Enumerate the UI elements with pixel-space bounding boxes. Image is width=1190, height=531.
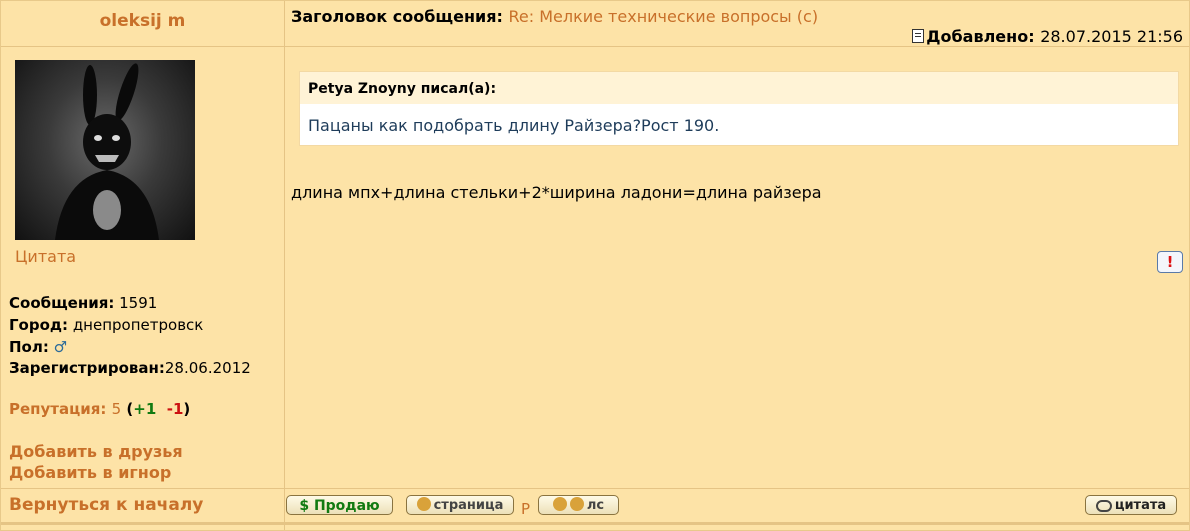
avatar [15, 60, 195, 240]
quote-button[interactable]: цитата [1085, 495, 1177, 515]
posts-label: Сообщения: [9, 294, 115, 312]
column-divider [284, 1, 285, 530]
subject-label: Заголовок сообщения: [291, 7, 503, 26]
quote-button-label: цитата [1114, 498, 1167, 513]
p-letter: Р [521, 500, 531, 518]
subject-text[interactable]: Re: Мелкие технические вопросы (с) [508, 7, 818, 26]
gender: Пол: ♂ [9, 338, 67, 356]
male-icon: ♂ [53, 338, 68, 356]
quote-author-link[interactable]: Цитата [15, 247, 76, 266]
quote-text: Пацаны как подобрать длину Райзера?Рост … [308, 116, 720, 135]
sell-button[interactable]: $ Продаю [286, 495, 393, 515]
reputation-plus-button[interactable]: +1 [133, 400, 156, 418]
gender-label: Пол: [9, 338, 49, 356]
registered: Зарегистрирован:28.06.2012 [9, 359, 251, 377]
city-label: Город: [9, 316, 69, 334]
pm-person-icon [552, 497, 567, 511]
pm-person-icon-2 [569, 497, 584, 511]
reputation-paren-close: ) [183, 400, 191, 418]
pm-button-label: лс [586, 498, 605, 513]
header-divider [1, 46, 1189, 47]
city-value: днепропетровск [72, 316, 204, 334]
reputation-value: 5 [111, 400, 122, 418]
added-label: Добавлено: [926, 27, 1035, 46]
page-button[interactable]: страница [406, 495, 514, 515]
quote-header: Petya Znoyny писал(а): [300, 72, 1178, 104]
avatar-rabbit-figure [55, 63, 159, 240]
back-to-top-link[interactable]: Вернуться к началу [9, 495, 203, 515]
posts-value: 1591 [119, 294, 158, 312]
add-friend-link[interactable]: Добавить в друзья [9, 442, 183, 461]
post-document-icon[interactable] [912, 29, 925, 43]
page-person-icon [416, 497, 431, 511]
add-ignore-link[interactable]: Добавить в игнор [9, 463, 171, 482]
city: Город: днепропетровск [9, 316, 203, 334]
footer-divider [1, 488, 1189, 489]
page-button-label: страница [433, 498, 504, 513]
added-value: 28.07.2015 21:56 [1040, 27, 1183, 46]
reputation-label: Репутация: [9, 400, 107, 418]
reputation: Репутация: 5 (+1 -1) [9, 400, 190, 418]
forum-post: oleksij m Цитата Сообщения: 1591 Город: … [0, 0, 1190, 531]
post-body: длина мпх+длина стельки+2*ширина ладони=… [291, 183, 822, 202]
post-date: Добавлено: 28.07.2015 21:56 [912, 27, 1183, 46]
report-icon[interactable]: ! [1157, 251, 1183, 273]
registered-value: 28.06.2012 [164, 359, 251, 377]
registered-label: Зарегистрирован: [9, 359, 165, 377]
post-subject: Заголовок сообщения: Re: Мелкие техничес… [291, 7, 818, 26]
private-message-button[interactable]: лс [538, 495, 619, 515]
author-name[interactable]: oleksij m [1, 11, 284, 31]
quote-block: Petya Znoyny писал(а): Пацаны как подобр… [299, 71, 1179, 146]
speech-bubble-icon [1095, 500, 1112, 512]
post-bottom-border [1, 522, 1189, 525]
posts-count: Сообщения: 1591 [9, 294, 157, 312]
reputation-minus-button[interactable]: -1 [167, 400, 184, 418]
